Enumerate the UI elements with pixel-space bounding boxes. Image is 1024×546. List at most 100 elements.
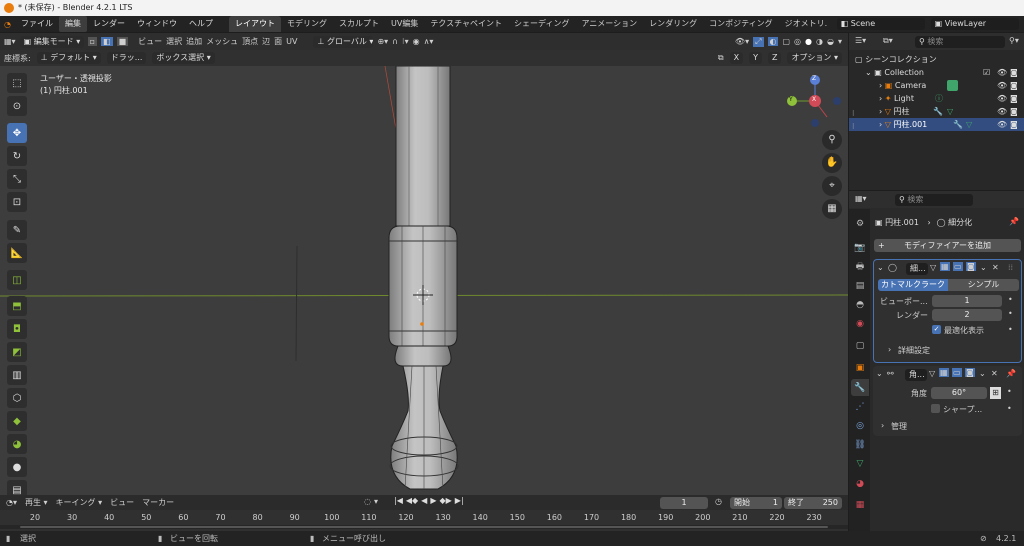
poly-build-tool-icon[interactable]: ◆ (7, 411, 27, 431)
edit-mode-toggle-icon[interactable]: ▽ (929, 369, 935, 378)
tab-rendering[interactable]: レンダリング (643, 16, 703, 32)
on-cage-toggle-icon[interactable]: ▦ (939, 368, 949, 377)
menu-help[interactable]: ヘルプ (183, 16, 219, 32)
render-camera-icon[interactable]: ◙ (1010, 66, 1018, 79)
snap-target-icon[interactable]: ⁝▾ (402, 37, 409, 46)
constraints-tab-icon[interactable]: ⛓ (851, 436, 869, 453)
select-box-tool-icon[interactable]: ⬚ (7, 73, 27, 93)
menu-edit[interactable]: 編集 (58, 16, 87, 32)
menu-vertex[interactable]: 頂点 (242, 36, 258, 47)
eye-icon[interactable]: 👁 (997, 92, 1007, 105)
cursor-tool-icon[interactable]: ⊙ (7, 96, 27, 116)
outliner-search-input[interactable]: ⚲ 検索 (915, 36, 1005, 48)
properties-search-input[interactable]: ⚲ 検索 (895, 194, 973, 206)
menu-add[interactable]: 追加 (186, 36, 202, 47)
simple-button[interactable]: シンプル (948, 279, 1019, 291)
dropdown-arrow-icon[interactable]: ⌄ (979, 369, 986, 378)
camera-view-icon[interactable]: ⌖ (822, 176, 842, 196)
shading-wire-icon[interactable]: ◎ (794, 37, 801, 46)
tab-compositing[interactable]: コンポジティング (703, 16, 779, 32)
menu-render[interactable]: レンダー (87, 16, 131, 32)
smooth-tool-icon[interactable]: ● (7, 457, 27, 477)
tab-shading[interactable]: シェーディング (508, 16, 575, 32)
knife-tool-icon[interactable]: ⬡ (7, 388, 27, 408)
add-modifier-button[interactable]: + モディファイアーを追加 (874, 239, 1021, 252)
shading-material-icon[interactable]: ◑ (816, 37, 823, 46)
drag-handle-icon[interactable]: ⁞⁞ (1008, 263, 1013, 272)
mesh-data-icon[interactable]: ▽ (966, 118, 972, 131)
texture-tab-icon[interactable]: ▦ (851, 496, 869, 513)
scale-tool-icon[interactable]: ⤡ (7, 169, 27, 189)
edit-mode-toggle-icon[interactable]: ▽ (930, 263, 936, 272)
scene-tab-icon[interactable]: ◓ (851, 296, 869, 313)
viewport-toggle-icon[interactable]: ▭ (953, 262, 963, 271)
scrollbar-thumb[interactable] (20, 526, 828, 528)
tab-layout[interactable]: レイアウト (228, 16, 281, 32)
modifier-tab-icon[interactable]: 🔧 (851, 379, 869, 396)
data-tab-icon[interactable]: ▽ (851, 455, 869, 472)
camera-data-icon[interactable] (947, 80, 958, 91)
attribute-toggle-icon[interactable]: ⊞ (990, 387, 1001, 399)
close-icon[interactable]: ✕ (992, 263, 999, 272)
keyframe-dot-icon[interactable]: • (1007, 404, 1012, 413)
rotate-tool-icon[interactable]: ↻ (7, 146, 27, 166)
collection-row[interactable]: ⌄ ▣ Collection ☑ 👁 ◙ (849, 66, 1024, 79)
drag-selector[interactable]: ドラッ... (106, 52, 147, 64)
menu-face[interactable]: 面 (274, 36, 282, 47)
zoom-icon[interactable]: ⚲ (822, 130, 842, 150)
on-cage-toggle-icon[interactable]: ▦ (940, 262, 950, 271)
keyframe-dot-icon[interactable]: • (1008, 325, 1013, 334)
view-layer-tab-icon[interactable]: ▤ (851, 277, 869, 294)
menu-edge[interactable]: 辺 (262, 36, 270, 47)
render-camera-icon[interactable]: ◙ (1010, 79, 1018, 92)
tab-uv-editing[interactable]: UV編集 (385, 16, 424, 32)
axis-x-toggle[interactable]: X (729, 52, 744, 64)
edge-select-icon[interactable]: ◧ (101, 37, 113, 46)
particles-tab-icon[interactable]: ⋰ (851, 398, 869, 415)
gizmo-neg-z-axis[interactable] (811, 119, 819, 127)
eye-icon[interactable]: 👁 (997, 66, 1007, 79)
bevel-tool-icon[interactable]: ◩ (7, 342, 27, 362)
ignore-sharpness-checkbox[interactable] (931, 404, 940, 413)
properties-editor-icon[interactable]: ▦▾ (855, 194, 867, 203)
proportional-edit-icon[interactable]: ◉ (413, 37, 420, 46)
eye-icon[interactable]: 👁 (997, 79, 1007, 92)
gizmo-toggle-icon[interactable]: ⤢ (753, 36, 764, 47)
material-tab-icon[interactable]: ◕ (851, 475, 869, 492)
timeline-scrollbar[interactable] (0, 525, 848, 529)
outliner-editor-icon[interactable]: ☰▾ (855, 36, 866, 45)
menu-uv[interactable]: UV (286, 37, 297, 46)
outliner-item-light[interactable]: › ✦ Light ⓘ 👁 ◙ (849, 92, 1024, 105)
filter-icon[interactable]: ⚲▾ (1009, 36, 1019, 45)
inset-tool-icon[interactable]: ◘ (7, 319, 27, 339)
tab-geometry-nodes[interactable]: ジオメトリ. (779, 16, 833, 32)
render-camera-icon[interactable]: ◙ (1010, 105, 1018, 118)
smooth-name-field[interactable]: 角... (905, 369, 927, 381)
menu-view[interactable]: ビュー (138, 36, 162, 47)
display-mode-icon[interactable]: ⧉▾ (883, 36, 893, 46)
scene-selector[interactable]: ◧ Scene (836, 18, 925, 30)
viewport-3d[interactable]: ▦▾ ▣ 編集モード ▾ ▫ ◧ ■ ビュー 選択 追加 メッシュ 頂点 辺 面… (0, 33, 848, 495)
snap-icon[interactable]: ∩ (392, 37, 398, 46)
shading-rendered-icon[interactable]: ◒ (827, 37, 834, 46)
collection-tab-icon[interactable]: ▢ (851, 337, 869, 354)
tool-tab-icon[interactable]: ⚙ (851, 215, 869, 232)
pan-hand-icon[interactable]: ✋ (822, 153, 842, 173)
levels-viewport-input[interactable]: 1 (932, 295, 1002, 307)
tab-sculpt[interactable]: スカルプト (333, 16, 385, 32)
eye-icon[interactable]: 👁 (997, 118, 1007, 131)
add-cube-tool-icon[interactable]: ◫ (7, 270, 27, 290)
extrude-tool-icon[interactable]: ⬒ (7, 296, 27, 316)
outliner-item-camera[interactable]: › ▣ Camera 👁 ◙ (849, 79, 1024, 92)
viewport-toggle-icon[interactable]: ▭ (952, 368, 962, 377)
shading-options-icon[interactable]: ▾ (838, 37, 842, 46)
close-icon[interactable]: ✕ (991, 369, 998, 378)
keyframe-dot-icon[interactable]: • (1008, 295, 1013, 304)
transform-tool-icon[interactable]: ⊡ (7, 192, 27, 212)
render-camera-icon[interactable]: ◙ (1010, 92, 1018, 105)
select-box-selector[interactable]: ボックス選択 ▾ (152, 52, 215, 64)
levels-render-input[interactable]: 2 (932, 309, 1002, 321)
viewport-canvas[interactable] (0, 66, 848, 495)
tab-texture-paint[interactable]: テクスチャペイント (424, 16, 508, 32)
annotate-tool-icon[interactable]: ✎ (7, 220, 27, 240)
